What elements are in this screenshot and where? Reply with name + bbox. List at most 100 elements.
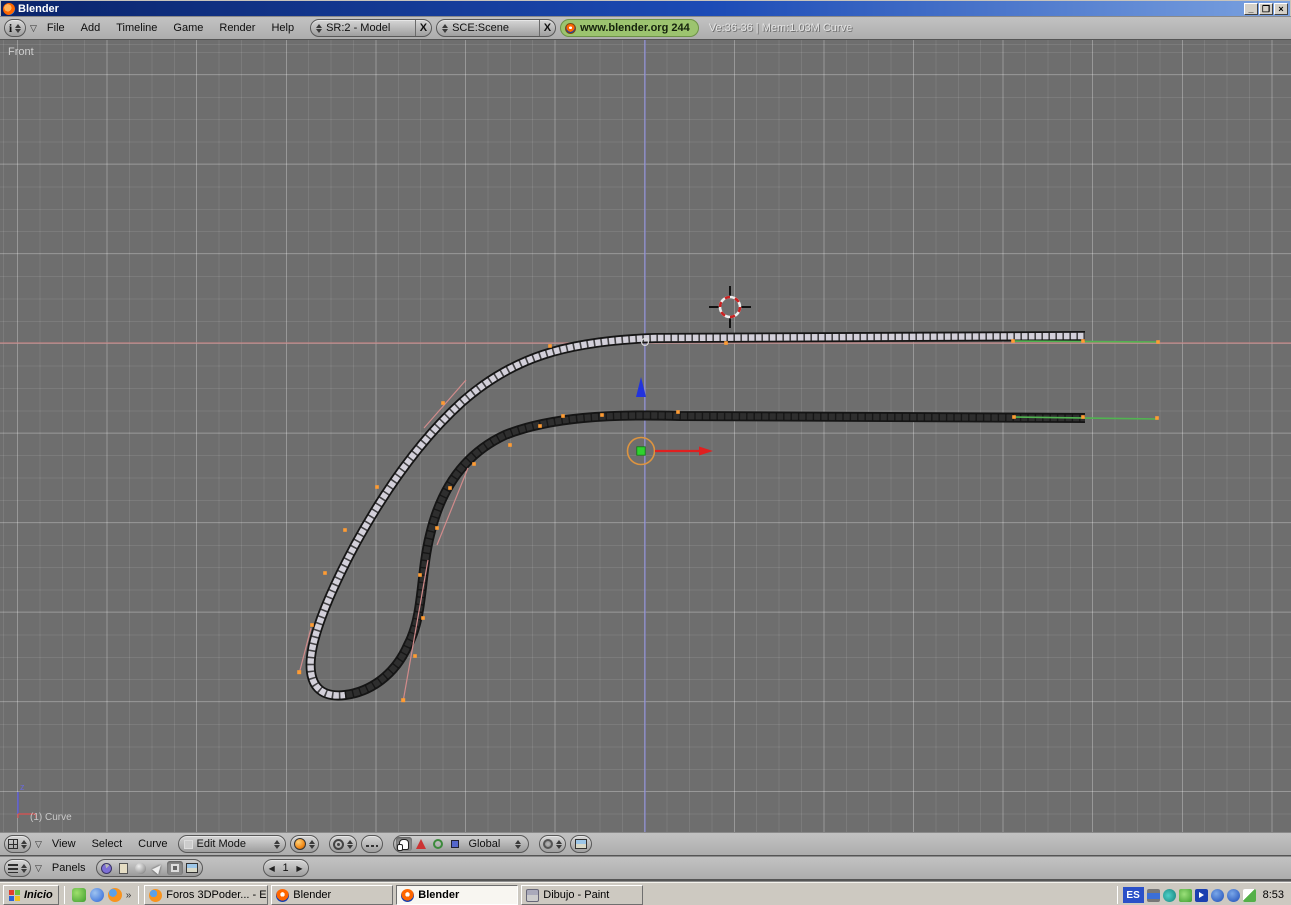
- scene-statistics: Ve:36-36 | Mem:1.03M Curve: [708, 22, 853, 34]
- header-collapse-icon[interactable]: ▽: [35, 863, 42, 874]
- viewport-3d[interactable]: z Front (1) Curve: [0, 40, 1291, 832]
- app-tray-icon-1[interactable]: [1210, 888, 1224, 902]
- scene-selector[interactable]: SCE:Scene X: [436, 19, 557, 37]
- manipulator-x-arrowhead: [699, 446, 713, 456]
- dropdown-arrows-icon: [273, 839, 280, 849]
- window-type-arrows-icon: [21, 863, 27, 873]
- system-tray: ES 8:53: [1111, 886, 1288, 904]
- app-tray-icon-2[interactable]: [1226, 888, 1240, 902]
- minimize-button[interactable]: _: [1244, 2, 1258, 15]
- dropdown-arrows-icon: [346, 839, 353, 849]
- restore-button[interactable]: ❐: [1259, 2, 1273, 15]
- translate-cone-icon: [415, 839, 426, 849]
- frame-step-left-icon[interactable]: ◀: [269, 864, 275, 873]
- task-button-label: Blender: [293, 889, 332, 901]
- close-button[interactable]: ×: [1274, 2, 1288, 15]
- logic-icon: [101, 862, 113, 874]
- task-button-paint[interactable]: Dibujo - Paint: [521, 885, 644, 905]
- menu-render[interactable]: Render: [213, 22, 261, 34]
- manipulator-rotate-button[interactable]: [430, 837, 446, 851]
- menu-game[interactable]: Game: [167, 22, 209, 34]
- quick-launch: »: [70, 888, 134, 902]
- task-button-label: Blender: [418, 889, 460, 901]
- header-collapse-icon[interactable]: ▽: [30, 23, 37, 34]
- manipulator-translate-button[interactable]: [413, 837, 429, 851]
- menu-add[interactable]: Add: [75, 22, 107, 34]
- blender-window: Blender _ ❐ × i ▽ File Add Timeline Game…: [0, 0, 1291, 905]
- orientation-dropdown[interactable]: Global: [464, 835, 526, 853]
- screen-delete-button[interactable]: X: [414, 20, 431, 36]
- taskbar-divider: [1116, 886, 1118, 904]
- display-tray-icon[interactable]: [1146, 888, 1160, 902]
- viewport-window-type-button[interactable]: [4, 835, 31, 853]
- task-button-blender-2-active[interactable]: Blender: [396, 885, 519, 905]
- start-button-label: Inicio: [24, 889, 53, 901]
- task-button-blender-1[interactable]: Blender: [271, 885, 394, 905]
- task-button-foros[interactable]: Foros 3DPoder... - Entrar...: [144, 885, 269, 905]
- mode-dropdown[interactable]: Edit Mode: [177, 835, 286, 853]
- render-preview-button[interactable]: [569, 835, 592, 853]
- move-centers-button[interactable]: [360, 835, 383, 853]
- network-tray-icon[interactable]: [1178, 888, 1192, 902]
- scene-buttons-button[interactable]: [184, 861, 200, 875]
- logic-buttons-button[interactable]: [99, 861, 115, 875]
- active-object-label: (1) Curve: [30, 812, 72, 823]
- panels-menu[interactable]: Panels: [46, 862, 92, 874]
- frame-step-right-icon[interactable]: ▶: [296, 864, 302, 873]
- taskbar-divider: [138, 886, 140, 904]
- manipulator-toggle-group: Global: [392, 835, 529, 853]
- header-collapse-icon[interactable]: ▽: [35, 839, 42, 850]
- manipulator-scale-button[interactable]: [447, 837, 463, 851]
- editing-buttons-button[interactable]: [166, 861, 183, 875]
- menu-view[interactable]: View: [46, 838, 82, 850]
- menu-curve[interactable]: Curve: [132, 838, 173, 850]
- menu-help[interactable]: Help: [265, 22, 300, 34]
- shading-buttons-button[interactable]: [133, 861, 149, 875]
- viewport-header: ▽ View Select Curve Edit Mode Global: [0, 832, 1291, 856]
- firefox-icon: [149, 888, 163, 902]
- draw-type-button[interactable]: [289, 835, 319, 853]
- taskbar: Inicio » Foros 3DPoder... - Entrar... Bl…: [0, 882, 1291, 905]
- browser-quicklaunch-icon[interactable]: [89, 888, 104, 902]
- blender-logo-icon: [565, 22, 577, 34]
- quick-launch-overflow-button[interactable]: »: [126, 890, 132, 901]
- dropdown-arrows-icon: [316, 23, 323, 33]
- frame-number-value: 1: [282, 862, 289, 874]
- dropdown-arrows-icon: [308, 839, 315, 849]
- curve-outline: [305, 331, 1086, 701]
- menu-file[interactable]: File: [41, 22, 71, 34]
- curve-strip-dark: [344, 412, 1086, 699]
- manipulator-hand-button[interactable]: [395, 837, 412, 851]
- pivot-dropdown[interactable]: [328, 835, 357, 853]
- info-window-type-button[interactable]: i: [4, 19, 26, 37]
- render-preview-icon: [574, 839, 587, 849]
- dropdown-arrows-icon: [442, 23, 449, 33]
- scale-square-icon: [450, 840, 459, 848]
- windows-logo-icon: [9, 889, 21, 901]
- script-buttons-button[interactable]: [116, 861, 132, 875]
- object-centers-icon: [365, 845, 378, 847]
- language-indicator[interactable]: ES: [1122, 887, 1144, 903]
- manipulator-center-square: [636, 446, 646, 456]
- app-tray-icon-3[interactable]: [1242, 888, 1256, 902]
- menu-timeline[interactable]: Timeline: [110, 22, 163, 34]
- proportional-edit-dropdown[interactable]: [538, 835, 566, 853]
- window-titlebar[interactable]: Blender _ ❐ ×: [0, 0, 1291, 16]
- menu-select[interactable]: Select: [86, 838, 129, 850]
- cursor-3d: [709, 286, 751, 328]
- dropdown-arrows-icon: [514, 839, 521, 849]
- orientation-value: Global: [468, 838, 501, 850]
- buttons-window-type-button[interactable]: [4, 859, 31, 877]
- viewport-canvas: z: [0, 40, 1291, 832]
- start-button[interactable]: Inicio: [3, 885, 59, 905]
- screen-selector[interactable]: SR:2 - Model X: [310, 19, 433, 37]
- scene-delete-button[interactable]: X: [538, 20, 555, 36]
- media-player-tray-icon[interactable]: [1194, 888, 1208, 902]
- volume-tray-icon[interactable]: [1162, 888, 1176, 902]
- dropdown-arrows-icon: [555, 839, 562, 849]
- frame-number-field[interactable]: ◀ 1 ▶: [262, 859, 309, 877]
- object-buttons-button[interactable]: [150, 861, 166, 875]
- messenger-quicklaunch-icon[interactable]: [71, 888, 86, 902]
- firefox-quicklaunch-icon[interactable]: [107, 888, 122, 902]
- blender-icon: [401, 888, 415, 902]
